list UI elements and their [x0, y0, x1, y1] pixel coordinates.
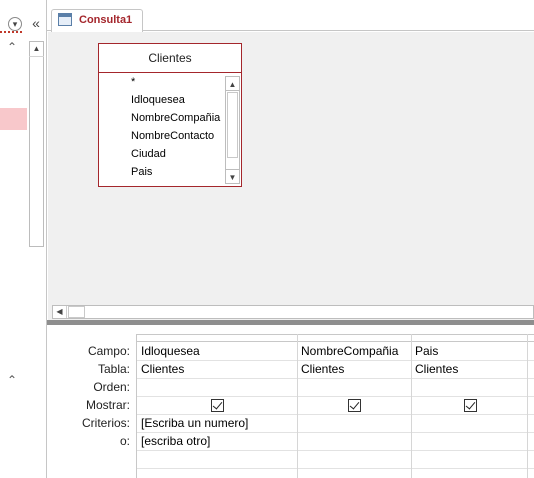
row-label-tabla: Tabla: — [97, 362, 130, 376]
scrollbar-thumb[interactable] — [227, 92, 238, 158]
tab-title[interactable]: Consulta1 — [79, 13, 132, 28]
field-list-item[interactable]: Pais — [131, 163, 225, 181]
grid-cell-criterios[interactable]: [Escriba un numero] — [137, 414, 297, 432]
show-checkbox[interactable] — [211, 399, 224, 412]
grid-cell-campo[interactable]: NombreCompañia — [297, 342, 411, 360]
grid-cell-o[interactable]: [escriba otro] — [137, 432, 297, 450]
field-list-item[interactable]: Ciudad — [131, 145, 225, 163]
grid-row-line — [136, 468, 534, 469]
grid-cell-criterios[interactable] — [297, 414, 411, 432]
scroll-up-icon[interactable]: ▲ — [29, 41, 44, 57]
grid-cell-tabla[interactable]: Clientes — [137, 360, 297, 378]
grid-cell-tabla[interactable]: Clientes — [297, 360, 411, 378]
grid-column-line — [527, 334, 528, 478]
collapse-pane-icon[interactable]: « — [29, 15, 43, 31]
row-label-o: o: — [119, 434, 130, 448]
field-list-item[interactable]: * — [131, 73, 225, 91]
horizontal-scrollbar[interactable] — [52, 305, 534, 319]
scroll-up-icon[interactable]: ▲ — [225, 76, 240, 91]
grid-cell-orden[interactable] — [137, 378, 297, 396]
scroll-left-icon[interactable]: ◀ — [53, 306, 67, 318]
grid-cell-tabla[interactable]: Clientes — [411, 360, 527, 378]
row-label-campo: Campo: — [87, 344, 130, 358]
row-label-orden: Orden: — [93, 380, 130, 394]
field-list-item[interactable]: NombreContacto — [131, 127, 225, 145]
chevron-down-icon[interactable]: ▾ — [8, 17, 22, 31]
section-collapse-icon[interactable]: ⌃ — [6, 40, 18, 54]
table-field-list-title[interactable]: Clientes — [98, 43, 242, 73]
query-icon-header — [58, 13, 72, 17]
field-list-item[interactable]: Idloquesea — [131, 91, 225, 109]
grid-row-line — [136, 450, 534, 451]
grid-cell-campo[interactable]: Idloquesea — [137, 342, 297, 360]
show-checkbox[interactable] — [464, 399, 477, 412]
scroll-down-icon[interactable]: ▼ — [225, 169, 240, 184]
scrollbar-thumb[interactable] — [68, 306, 85, 318]
section-collapse-icon[interactable]: ⌃ — [6, 373, 18, 387]
column-selector-bar[interactable] — [136, 334, 534, 342]
row-label-criterios: Criterios: — [81, 416, 130, 430]
nav-scrollbar[interactable] — [29, 41, 44, 247]
navigation-pane-border — [46, 0, 47, 478]
row-label-mostrar: Mostrar: — [85, 398, 130, 412]
grid-cell-campo[interactable]: Pais — [411, 342, 527, 360]
grid-row-line — [136, 396, 534, 397]
grid-cell-orden[interactable] — [411, 378, 527, 396]
show-checkbox[interactable] — [348, 399, 361, 412]
field-list-item[interactable]: NombreCompañia — [131, 109, 225, 127]
grid-cell-o[interactable] — [411, 432, 527, 450]
nav-selected-item[interactable] — [0, 108, 27, 130]
grid-cell-o[interactable] — [297, 432, 411, 450]
grid-cell-criterios[interactable] — [411, 414, 527, 432]
nav-header-underline — [0, 31, 22, 33]
grid-cell-orden[interactable] — [297, 378, 411, 396]
